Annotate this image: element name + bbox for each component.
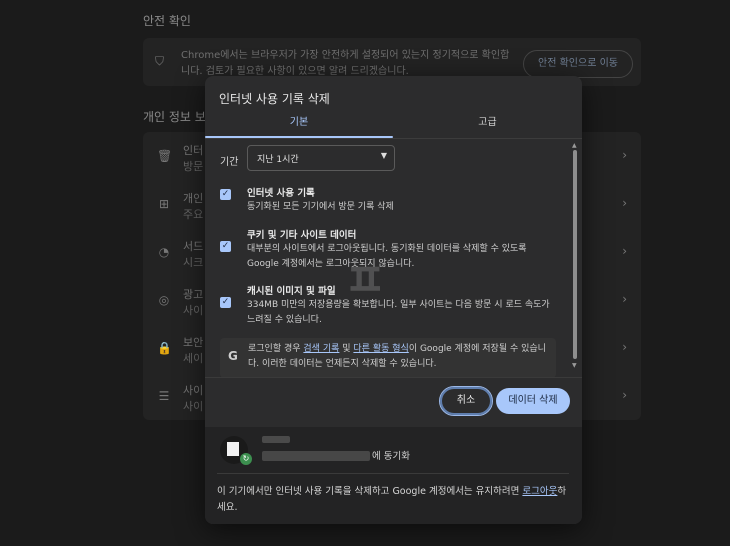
sliders-icon: ☰ xyxy=(158,389,170,403)
actions-divider xyxy=(205,377,582,378)
option-desc: 대부분의 사이트에서 로그아웃됩니다. 동기화된 데이터를 삭제할 수 있도록 … xyxy=(247,244,527,269)
option-title: 인터넷 사용 기록 xyxy=(247,188,315,199)
option-desc: 334MB 미만의 저장용량을 확보합니다. 일부 사이트는 다음 방문 시 로… xyxy=(247,300,550,325)
chevron-right-icon: › xyxy=(622,244,627,258)
time-range-select[interactable]: 지난 1시간 ▼ xyxy=(247,145,395,171)
row-title: 서드 xyxy=(183,240,204,253)
checkbox-browsing-history[interactable]: ✓ xyxy=(220,189,231,200)
sync-icon: ↻ xyxy=(240,453,252,465)
dialog-tabs: 기본 고급 xyxy=(205,108,582,139)
redacted-account-email xyxy=(262,451,370,461)
ad-privacy-icon: ◎ xyxy=(158,293,170,307)
note-pre: 로그인할 경우 xyxy=(248,344,304,354)
account-sync-section: ↻ 에 동기화 이 기기에서만 인터넷 사용 기록을 삭제하고 Google 계… xyxy=(205,427,582,524)
safety-check-button[interactable]: 안전 확인으로 이동 xyxy=(523,50,633,78)
logout-link[interactable]: 로그아웃 xyxy=(522,486,557,497)
chevron-right-icon: › xyxy=(622,388,627,402)
time-range-value: 지난 1시간 xyxy=(257,155,299,165)
delete-data-button[interactable]: 데이터 삭제 xyxy=(496,388,570,414)
account-divider xyxy=(217,473,569,474)
dialog-title: 인터넷 사용 기록 삭제 xyxy=(219,92,330,106)
note-mid: 및 xyxy=(339,344,354,354)
cookie-icon: ◔ xyxy=(158,245,170,259)
google-account-note: G 로그인할 경우 검색 기록 및 다른 활동 형식이 Google 계정에 저… xyxy=(220,338,556,378)
google-g-icon: G xyxy=(228,349,238,363)
row-title: 인터 xyxy=(183,144,204,157)
option-title: 캐시된 이미지 및 파일 xyxy=(247,286,336,297)
tab-advanced[interactable]: 고급 xyxy=(393,108,582,138)
row-subtitle: 주요 xyxy=(183,208,204,221)
note-text: 로그인할 경우 검색 기록 및 다른 활동 형식이 Google 계정에 저장될… xyxy=(248,342,554,372)
row-title: 개인 xyxy=(183,192,204,205)
cancel-button[interactable]: 취소 xyxy=(439,386,493,416)
chevron-right-icon: › xyxy=(622,340,627,354)
other-activity-link[interactable]: 다른 활동 형식 xyxy=(353,344,408,354)
row-subtitle: 사이 xyxy=(183,400,204,413)
clear-browsing-data-dialog: 인터넷 사용 기록 삭제 기본 고급 기간 지난 1시간 ▼ ✓ 인터넷 사용 … xyxy=(205,76,582,524)
footer-main: 이 기기에서만 인터넷 사용 기록을 삭제하고 Google 계정에서는 유지하… xyxy=(217,486,523,497)
row-title: 사이 xyxy=(183,384,204,397)
active-tab-indicator xyxy=(205,136,393,138)
safety-check-heading: 안전 확인 xyxy=(143,14,191,28)
chevron-right-icon: › xyxy=(622,148,627,162)
scroll-up-arrow-icon[interactable]: ▲ xyxy=(572,142,577,149)
row-title: 보안 xyxy=(183,336,204,349)
chevron-right-icon: › xyxy=(622,196,627,210)
sync-status-text: 에 동기화 xyxy=(372,451,410,462)
tab-basic[interactable]: 기본 xyxy=(205,108,393,138)
row-subtitle: 세이 xyxy=(183,352,204,365)
scroll-down-arrow-icon[interactable]: ▼ xyxy=(572,362,577,369)
time-range-label: 기간 xyxy=(220,157,239,168)
chevron-right-icon: › xyxy=(622,292,627,306)
redacted-account-name xyxy=(262,436,290,443)
scrollbar-thumb[interactable] xyxy=(573,150,577,359)
lock-icon: 🔒 xyxy=(157,341,172,355)
dropdown-arrow-icon: ▼ xyxy=(380,151,387,160)
option-desc: 동기화된 모든 기기에서 방문 기록 삭제 xyxy=(247,202,394,212)
checkbox-cached-images[interactable]: ✓ xyxy=(220,297,231,308)
row-subtitle: 방문 xyxy=(183,160,204,173)
trash-icon: 🗑 xyxy=(157,149,173,163)
search-history-link[interactable]: 검색 기록 xyxy=(303,344,339,354)
row-title: 광고 xyxy=(183,288,204,301)
footer-text: 이 기기에서만 인터넷 사용 기록을 삭제하고 Google 계정에서는 유지하… xyxy=(217,484,573,516)
row-subtitle: 사이 xyxy=(183,304,204,317)
option-title: 쿠키 및 기타 사이트 데이터 xyxy=(247,230,357,241)
guide-icon: ⊞ xyxy=(158,197,170,211)
checkbox-cookies[interactable]: ✓ xyxy=(220,241,231,252)
row-subtitle: 시크 xyxy=(183,256,204,269)
shield-icon: ⛉ xyxy=(155,54,165,68)
